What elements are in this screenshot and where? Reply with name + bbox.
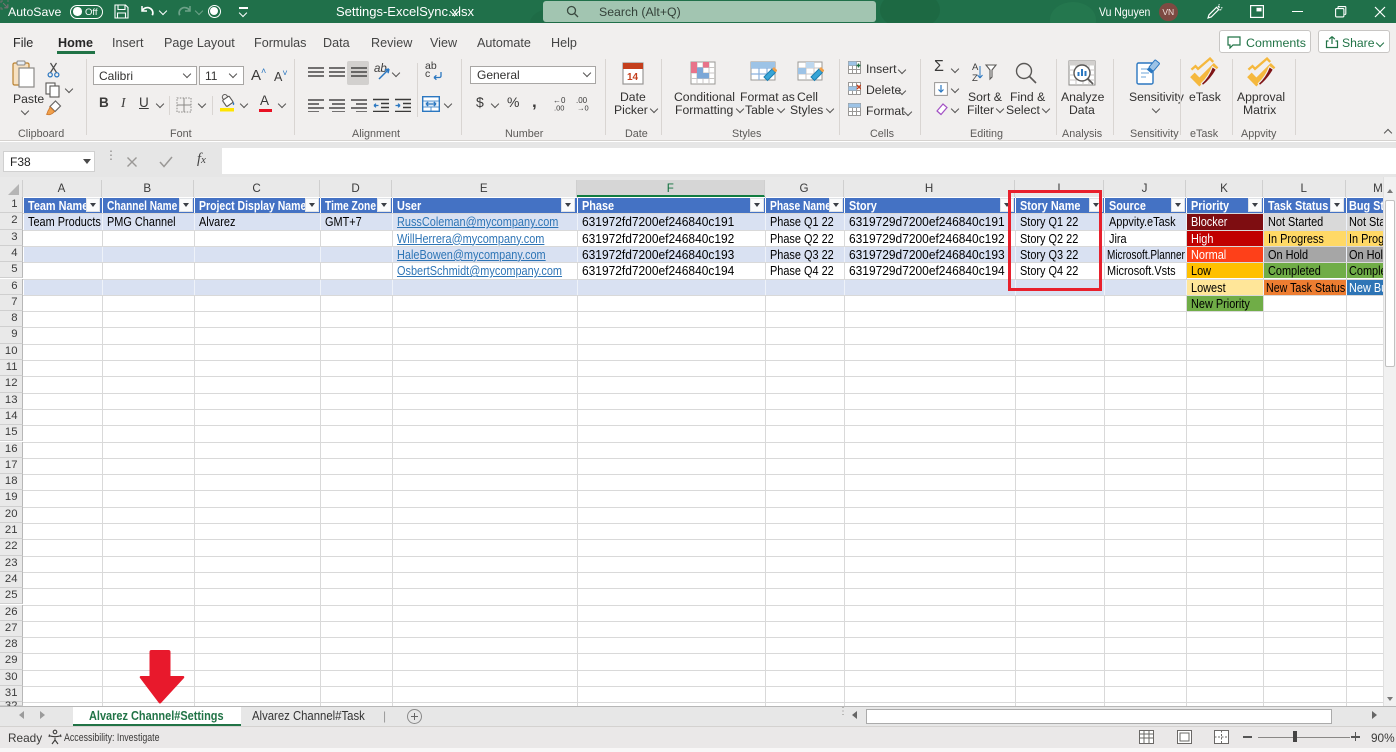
svg-text:14: 14 — [627, 72, 639, 83]
svg-text:Z: Z — [972, 73, 978, 83]
svg-text:→0: →0 — [577, 104, 589, 112]
svg-text:.00: .00 — [554, 104, 564, 112]
svg-text:A: A — [972, 62, 979, 73]
